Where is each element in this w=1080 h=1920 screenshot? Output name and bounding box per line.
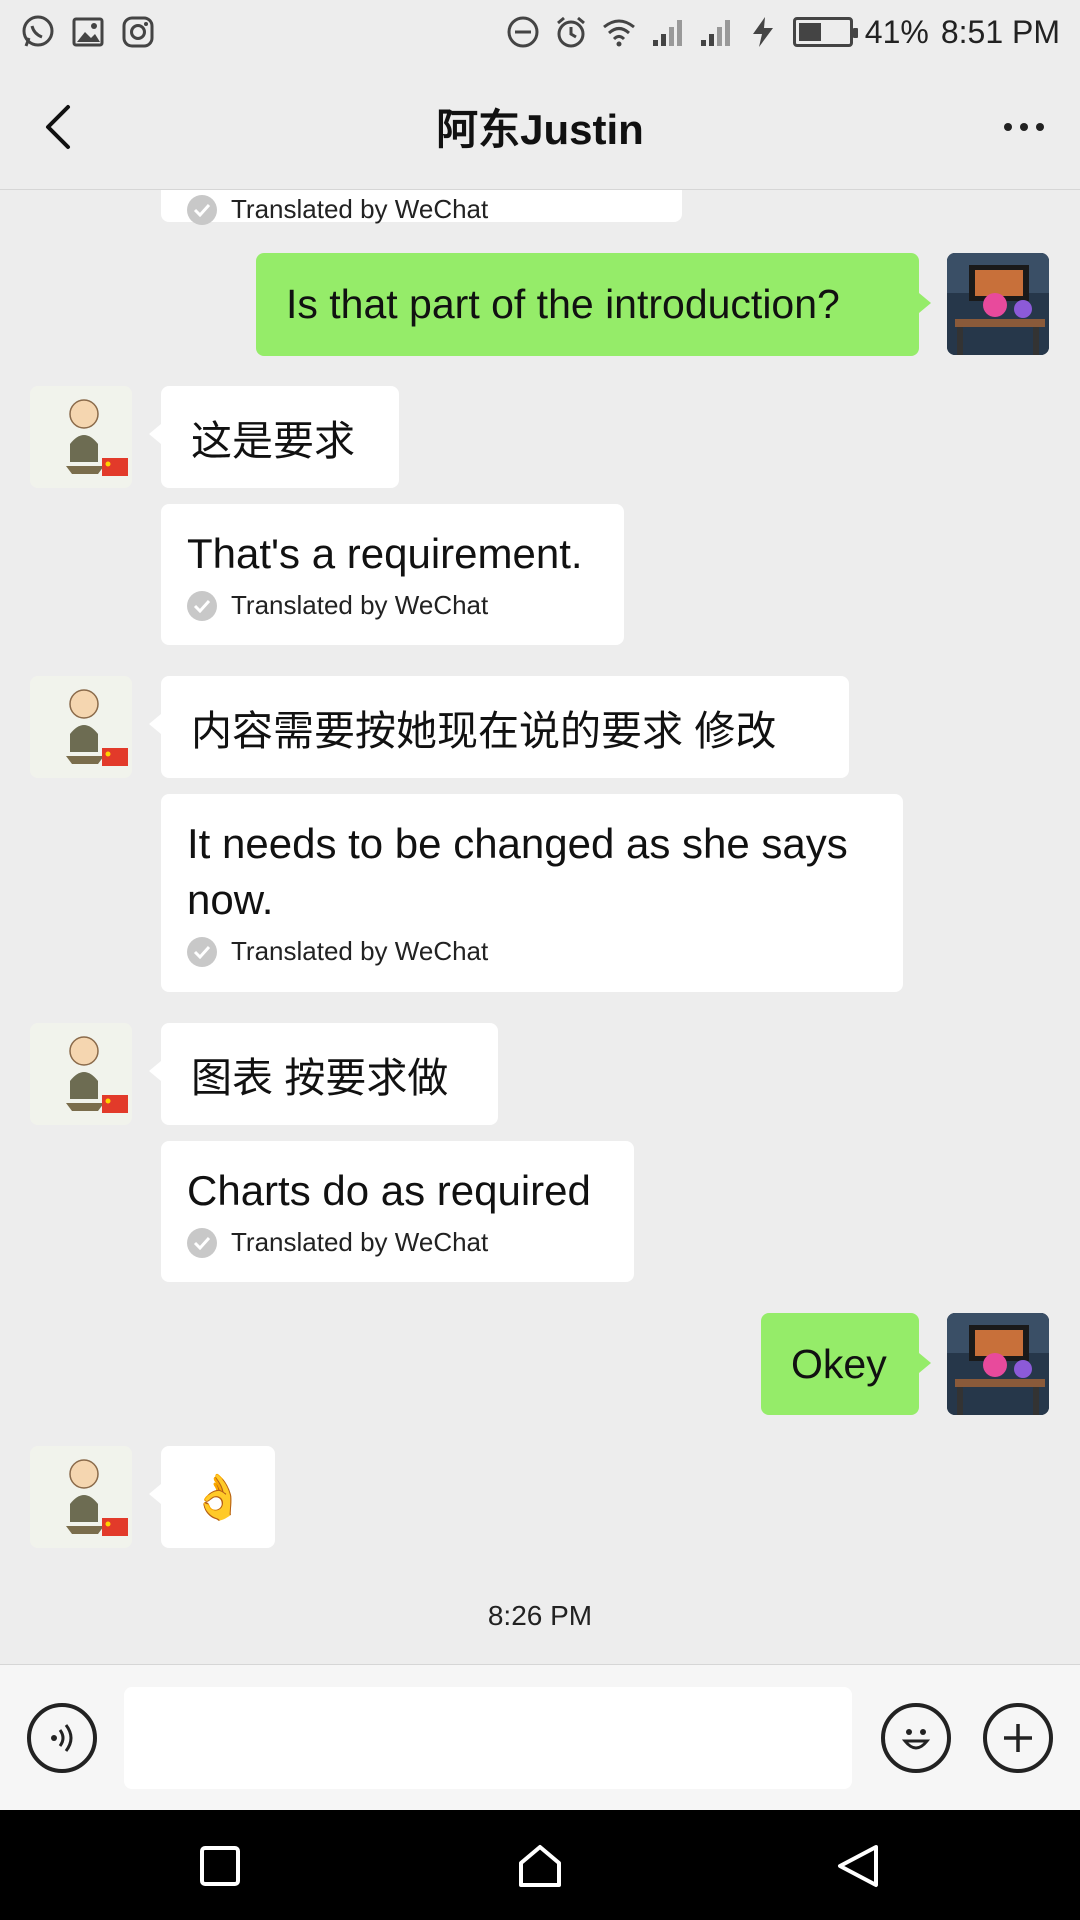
voice-icon [51, 1724, 73, 1752]
translation-bubble[interactable]: That's a requirement. Translated by WeCh… [161, 504, 624, 645]
message-text: Is that part of the introduction? [286, 281, 840, 327]
home-icon [519, 1845, 561, 1887]
sent-message-bubble[interactable]: Okey [761, 1313, 931, 1415]
check-icon [187, 936, 217, 967]
gallery-icon [70, 14, 106, 50]
translated-by-label: Translated by WeChat [231, 590, 489, 620]
timestamp: 8:26 PM [487, 1600, 593, 1631]
square-icon [200, 1846, 240, 1886]
translation-text: Charts do as required [187, 1167, 591, 1214]
dnd-icon [505, 14, 541, 50]
recents-button[interactable] [190, 1840, 250, 1892]
my-avatar[interactable] [947, 1313, 1049, 1415]
translation-text: That's a requirement. [187, 530, 583, 577]
signal-icon [649, 14, 685, 50]
chat-header: 阿东Justin [0, 64, 1080, 190]
message-text: 图表 按要求做 [191, 1055, 449, 1101]
battery-icon [792, 17, 858, 47]
translation-bubble[interactable]: It needs to be changed as she says now. … [161, 794, 903, 992]
alarm-icon [553, 14, 589, 50]
message-text: Okey [791, 1340, 887, 1387]
plus-icon [1004, 1724, 1032, 1752]
translated-by-label: Translated by WeChat [231, 194, 489, 224]
received-message-bubble[interactable]: 内容需要按她现在说的要求 修改 [149, 676, 849, 778]
translation-text: It needs to be changed as she says now. [187, 820, 848, 923]
more-dot-icon [1020, 123, 1028, 131]
more-button[interactable] [994, 100, 1054, 154]
contact-avatar[interactable] [30, 1446, 132, 1548]
chat-title: 阿东Justin [436, 106, 644, 153]
more-dot-icon [1004, 123, 1012, 131]
more-dot-icon [1036, 123, 1044, 131]
received-message-bubble[interactable]: 图表 按要求做 [149, 1023, 498, 1125]
whatsapp-icon [20, 14, 56, 50]
wifi-icon [601, 14, 637, 50]
battery-level [798, 23, 821, 41]
message-text: 这是要求 [191, 418, 355, 464]
message-input[interactable] [124, 1687, 852, 1789]
chevron-left-icon [46, 105, 70, 149]
emoji-button[interactable] [881, 1703, 951, 1773]
clock: 8:51 PM [940, 13, 1060, 50]
input-bar [0, 1664, 1080, 1810]
triangle-back-icon [838, 1845, 878, 1887]
translated-by-label: Translated by WeChat [231, 1227, 489, 1257]
message-text: 内容需要按她现在说的要求 修改 [191, 708, 777, 754]
translated-by-label: Translated by WeChat [231, 936, 489, 966]
smiley-icon [901, 1729, 931, 1750]
received-message-bubble[interactable]: 👌 [149, 1446, 275, 1548]
voice-button[interactable] [27, 1703, 97, 1773]
back-button[interactable] [30, 100, 84, 154]
contact-avatar[interactable] [30, 1023, 132, 1125]
check-icon [187, 1227, 217, 1258]
status-bar: 41% 8:51 PM [0, 0, 1080, 64]
charging-icon [745, 14, 781, 50]
check-icon [187, 194, 217, 225]
received-message-bubble[interactable]: 这是要求 [149, 386, 399, 488]
back-nav-button[interactable] [828, 1840, 888, 1892]
ok-hand-emoji: 👌 [190, 1473, 246, 1522]
sent-message-bubble[interactable]: Is that part of the introduction? [256, 253, 931, 356]
chat-area[interactable]: Translated by WeChat Is that part of the… [0, 190, 1080, 1664]
signal-2-icon [697, 14, 733, 50]
my-avatar[interactable] [947, 253, 1049, 355]
home-button[interactable] [510, 1840, 570, 1892]
check-icon [187, 590, 217, 621]
navigation-bar [0, 1810, 1080, 1920]
contact-avatar[interactable] [30, 386, 132, 488]
translation-bubble[interactable]: Translated by WeChat [161, 190, 682, 225]
more-actions-button[interactable] [983, 1703, 1053, 1773]
instagram-icon [120, 14, 156, 50]
contact-avatar[interactable] [30, 676, 132, 778]
translation-bubble[interactable]: Charts do as required Translated by WeCh… [161, 1141, 634, 1282]
battery-percent: 41% [864, 13, 929, 50]
